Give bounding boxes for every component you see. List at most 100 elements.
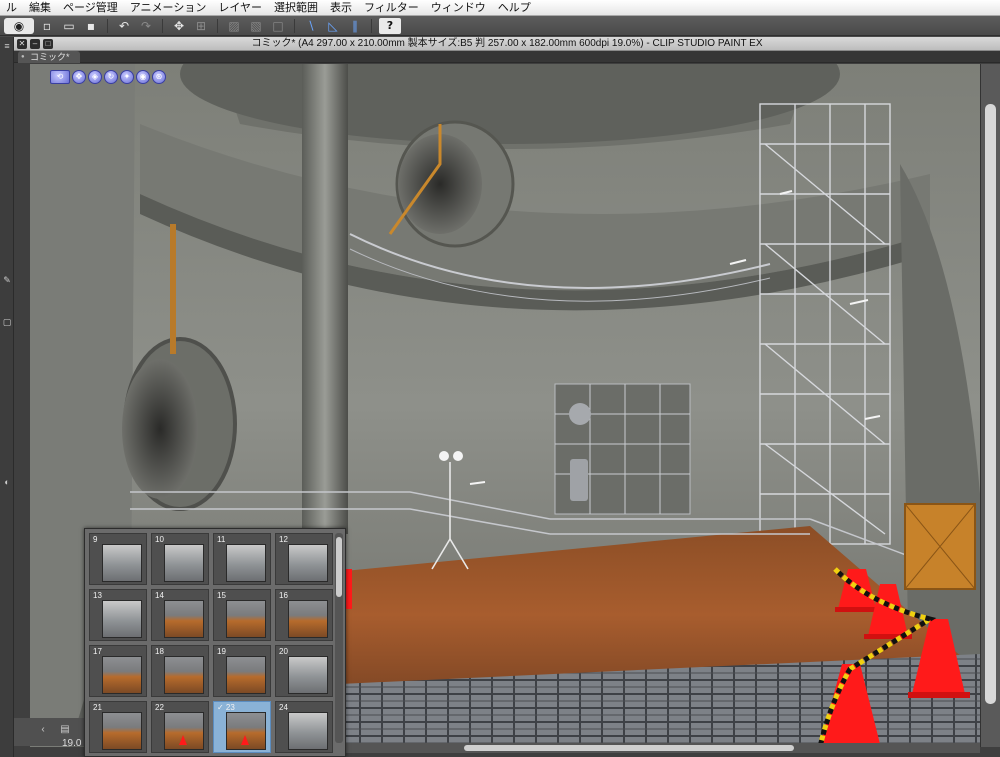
page-number: 20 — [279, 647, 288, 656]
page-number: 15 — [217, 591, 226, 600]
page-number: 17 — [93, 647, 102, 656]
page-thumbnail[interactable]: 17 — [89, 645, 147, 697]
page-preview-image — [102, 712, 142, 750]
page-thumbnail[interactable]: 12 — [275, 533, 333, 585]
document-titlebar[interactable]: ✕ – □ コミック* (A4 297.00 x 210.00mm 製本サイズ:… — [14, 37, 1000, 51]
menu-item[interactable]: ページ管理 — [57, 0, 124, 16]
dock-tool-icon[interactable]: ◐ — [1, 477, 13, 487]
scroll-thumb[interactable] — [336, 537, 342, 597]
page-thumbnail[interactable]: 16 — [275, 589, 333, 641]
page-thumbnail[interactable]: 24 — [275, 701, 333, 753]
dock-handle-icon[interactable]: ≡ — [1, 41, 13, 51]
menu-bar: ル編集 ページ管理 アニメーション レイヤー 選択範囲 表示 フィルター ウィンドウ ヘルプ — [0, 0, 1000, 16]
fill-icon[interactable]: ▨ — [225, 18, 243, 34]
page-preview-image — [288, 544, 328, 582]
move-camera-icon[interactable]: ◈ — [88, 70, 102, 84]
menu-item[interactable]: ヘルプ — [492, 0, 537, 16]
page-number: 13 — [93, 591, 102, 600]
page-thumbnail[interactable]: 20 — [275, 645, 333, 697]
toolbar-divider — [162, 18, 163, 33]
ruler-icon[interactable]: ∖ — [302, 18, 320, 34]
page-number: 21 — [93, 703, 102, 712]
open-icon[interactable]: ▭ — [60, 18, 78, 34]
tab-comic[interactable]: コミック* — [18, 51, 80, 63]
page-thumbnail[interactable]: 9 — [89, 533, 147, 585]
page-thumbnail[interactable]: ✓ 23 — [213, 701, 271, 753]
snap-special-ruler-icon[interactable]: ∥ — [346, 18, 364, 34]
menu-item[interactable]: ウィンドウ — [425, 0, 492, 16]
page-preview-image — [164, 544, 204, 582]
page-preview-image — [226, 544, 266, 582]
menu-item[interactable]: レイヤー — [212, 0, 268, 16]
vertical-scrollbar[interactable] — [980, 64, 1000, 747]
clip-logo-icon[interactable]: ◉ — [4, 17, 34, 34]
page-preview-image — [288, 656, 328, 694]
menu-item[interactable]: 選択範囲 — [268, 0, 324, 16]
save-icon[interactable]: ▪ — [82, 18, 100, 34]
document-tab-bar: コミック* — [14, 51, 1000, 63]
page-preview-image — [164, 712, 204, 750]
page-thumbnail[interactable]: 10 — [151, 533, 209, 585]
page-thumbnail[interactable]: 22 — [151, 701, 209, 753]
page-preview-image — [288, 600, 328, 638]
page-thumbnail[interactable]: 21 — [89, 701, 147, 753]
help-button[interactable]: ? — [379, 17, 401, 34]
page-number: 16 — [279, 591, 288, 600]
page-preview-image — [226, 656, 266, 694]
page-thumbnail[interactable]: 13 — [89, 589, 147, 641]
menu-item[interactable]: 編集 — [23, 0, 57, 16]
move-icon[interactable]: ✥ — [72, 70, 86, 84]
page-number: 24 — [279, 703, 288, 712]
page-number: 11 — [217, 535, 226, 544]
layer-icon[interactable]: □ — [269, 18, 287, 34]
canvas-tool-icons: ⟲ ✥ ◈ ↻ ✦ ◉ ⊛ — [50, 70, 166, 84]
menu-item[interactable]: アニメーション — [124, 0, 213, 16]
page-thumbnail[interactable]: 15 — [213, 589, 271, 641]
page-thumbnail[interactable]: 18 — [151, 645, 209, 697]
rotate-camera-icon[interactable]: ↻ — [104, 70, 118, 84]
scroll-thumb[interactable] — [464, 745, 794, 751]
page-number: 22 — [155, 703, 164, 712]
toolbar-divider — [371, 18, 372, 33]
page-number: 19 — [217, 647, 226, 656]
redo-icon[interactable]: ↷ — [137, 18, 155, 34]
menu-item[interactable]: フィルター — [358, 0, 425, 16]
toolbar-divider — [217, 18, 218, 33]
horizontal-scrollbar[interactable] — [344, 743, 980, 753]
page-preview-image — [164, 656, 204, 694]
snap-ruler-icon[interactable]: ◺ — [324, 18, 342, 34]
prev-page-icon[interactable]: ‹ — [36, 724, 50, 736]
page-number: 10 — [155, 535, 164, 544]
page-manager-panel: 9 10 11 12 13 14 15 16 17 18 19 20 21 22 ✓ 23 24 — [84, 528, 346, 757]
scroll-thumb[interactable] — [985, 104, 996, 704]
left-dock: ≡ ✎ ▢ ◐ — [0, 37, 14, 757]
command-bar: ◉ ▫ ▭ ▪ ↶ ↷ ✥ ⊞ ▨ ▧ □ ∖ ◺ ∥ ? — [0, 16, 1000, 36]
crop-icon[interactable]: ⊞ — [192, 18, 210, 34]
page-number: 9 — [93, 535, 98, 544]
page-number: 12 — [279, 535, 288, 544]
toolbar-divider — [294, 18, 295, 33]
page-preview-image — [102, 600, 142, 638]
page-list-icon[interactable]: ▤ — [58, 724, 72, 736]
zoom-camera-icon[interactable]: ◉ — [136, 70, 150, 84]
page-thumbnail[interactable]: 11 — [213, 533, 271, 585]
page-thumbnail-grid: 9 10 11 12 13 14 15 16 17 18 19 20 21 22 ✓ 23 24 — [89, 533, 333, 753]
dock-tool-icon[interactable]: ▢ — [1, 317, 13, 327]
page-preview-image — [226, 712, 266, 750]
pan-camera-icon[interactable]: ✦ — [120, 70, 134, 84]
undo-icon[interactable]: ↶ — [115, 18, 133, 34]
menu-item[interactable]: ル — [0, 0, 23, 16]
page-thumbnail[interactable]: 19 — [213, 645, 271, 697]
page-thumbnail[interactable]: 14 — [151, 589, 209, 641]
rotate-view-icon[interactable]: ⟲ — [50, 70, 70, 84]
new-icon[interactable]: ▫ — [38, 18, 56, 34]
transform-icon[interactable]: ✥ — [170, 18, 188, 34]
dock-tool-icon[interactable]: ✎ — [1, 275, 13, 285]
orbit-icon[interactable]: ⊛ — [152, 70, 166, 84]
page-preview-image — [102, 544, 142, 582]
menu-item[interactable]: 表示 — [324, 0, 358, 16]
page-manager-scrollbar[interactable] — [335, 533, 343, 743]
page-number: 14 — [155, 591, 164, 600]
document-title: コミック* (A4 297.00 x 210.00mm 製本サイズ:B5 判 2… — [251, 38, 763, 49]
clear-icon[interactable]: ▧ — [247, 18, 265, 34]
